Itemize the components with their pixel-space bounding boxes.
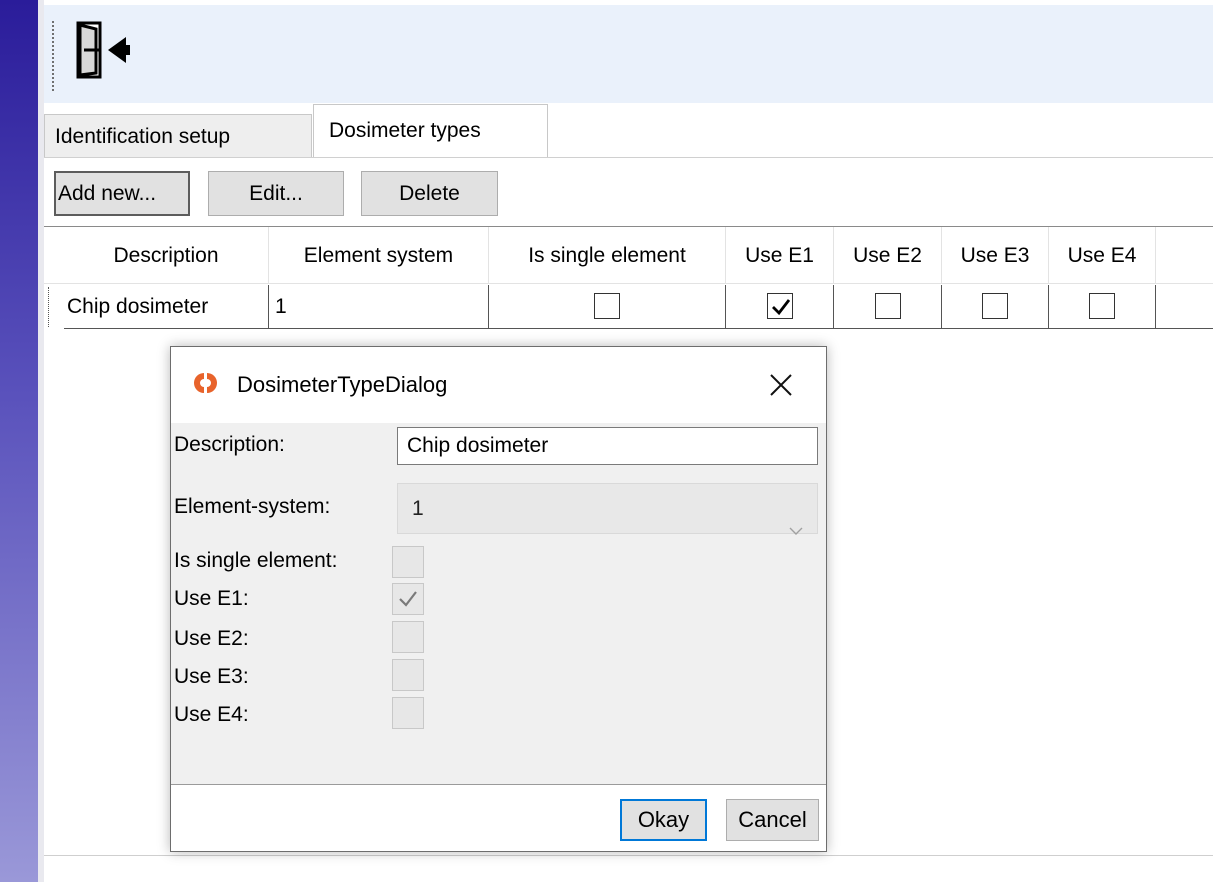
use-e3-label: Use E3:: [174, 665, 249, 688]
okay-button[interactable]: Okay: [620, 799, 707, 841]
cell-element-system[interactable]: 1: [269, 285, 489, 329]
add-new-button[interactable]: Add new...: [54, 171, 190, 216]
use-e1-label: Use E1:: [174, 587, 249, 610]
description-label: Description:: [174, 433, 285, 456]
tab-strip-divider: [44, 157, 1213, 158]
close-icon[interactable]: [761, 365, 801, 405]
element-system-value: 1: [412, 497, 424, 520]
row-selector[interactable]: [44, 285, 64, 329]
column-header-element-system[interactable]: Element system: [269, 227, 489, 284]
is-single-element-checkbox[interactable]: [392, 546, 424, 578]
edit-button[interactable]: Edit...: [208, 171, 344, 216]
toolbar: [44, 5, 1213, 103]
dosimeter-type-dialog: DosimeterTypeDialog Description: Chip do…: [170, 346, 827, 852]
use-e3-checkbox[interactable]: [392, 659, 424, 691]
column-header-use-e1[interactable]: Use E1: [726, 227, 834, 284]
column-header-filler: [1156, 227, 1213, 284]
column-header-use-e2[interactable]: Use E2: [834, 227, 942, 284]
exit-door-arrow-icon[interactable]: [66, 15, 136, 85]
element-system-select[interactable]: 1: [397, 483, 818, 535]
cell-use-e1[interactable]: [726, 285, 834, 329]
app-window: Identification setup Dosimeter types Add…: [44, 0, 1213, 883]
dialog-title: DosimeterTypeDialog: [237, 372, 448, 397]
checkbox-use-e1[interactable]: [766, 293, 793, 319]
checkbox-use-e4[interactable]: [1089, 293, 1115, 319]
table-row[interactable]: Chip dosimeter 1: [44, 285, 1213, 329]
column-header-is-single-element[interactable]: Is single element: [489, 227, 726, 284]
column-header-description[interactable]: Description: [64, 227, 269, 284]
cell-is-single-element[interactable]: [489, 285, 726, 329]
row-header-corner: [44, 227, 64, 284]
cell-use-e2[interactable]: [834, 285, 942, 329]
grid-bottom-border: [44, 855, 1213, 856]
toolbar-grip[interactable]: [52, 21, 58, 91]
use-e4-label: Use E4:: [174, 703, 249, 726]
checkbox-use-e3[interactable]: [982, 293, 1008, 319]
delete-button[interactable]: Delete: [361, 171, 498, 216]
dialog-title-bar[interactable]: DosimeterTypeDialog: [171, 347, 826, 423]
cell-description[interactable]: Chip dosimeter: [64, 285, 269, 329]
cell-filler: [1156, 285, 1213, 329]
cell-use-e4[interactable]: [1049, 285, 1156, 329]
app-logo-icon: [191, 371, 221, 395]
chevron-down-icon: [789, 504, 803, 553]
window-left-accent-bar: [0, 0, 38, 882]
grid-header-row: Description Element system Is single ele…: [44, 227, 1213, 284]
element-system-label: Element-system:: [174, 495, 331, 518]
checkbox-use-e2[interactable]: [874, 293, 901, 319]
tab-identification-setup[interactable]: Identification setup: [44, 114, 312, 157]
cell-use-e3[interactable]: [942, 285, 1049, 329]
column-header-use-e3[interactable]: Use E3: [942, 227, 1049, 284]
is-single-element-label: Is single element:: [174, 549, 338, 572]
checkbox-is-single-element[interactable]: [594, 293, 620, 319]
description-field[interactable]: Chip dosimeter: [397, 427, 818, 465]
cancel-button[interactable]: Cancel: [726, 799, 819, 841]
use-e2-label: Use E2:: [174, 627, 249, 650]
use-e2-checkbox[interactable]: [392, 621, 424, 653]
use-e4-checkbox[interactable]: [392, 697, 424, 729]
dialog-footer: Okay Cancel: [171, 785, 826, 851]
column-header-use-e4[interactable]: Use E4: [1049, 227, 1156, 284]
use-e1-checkbox[interactable]: [392, 583, 424, 615]
tab-dosimeter-types[interactable]: Dosimeter types: [313, 104, 548, 158]
